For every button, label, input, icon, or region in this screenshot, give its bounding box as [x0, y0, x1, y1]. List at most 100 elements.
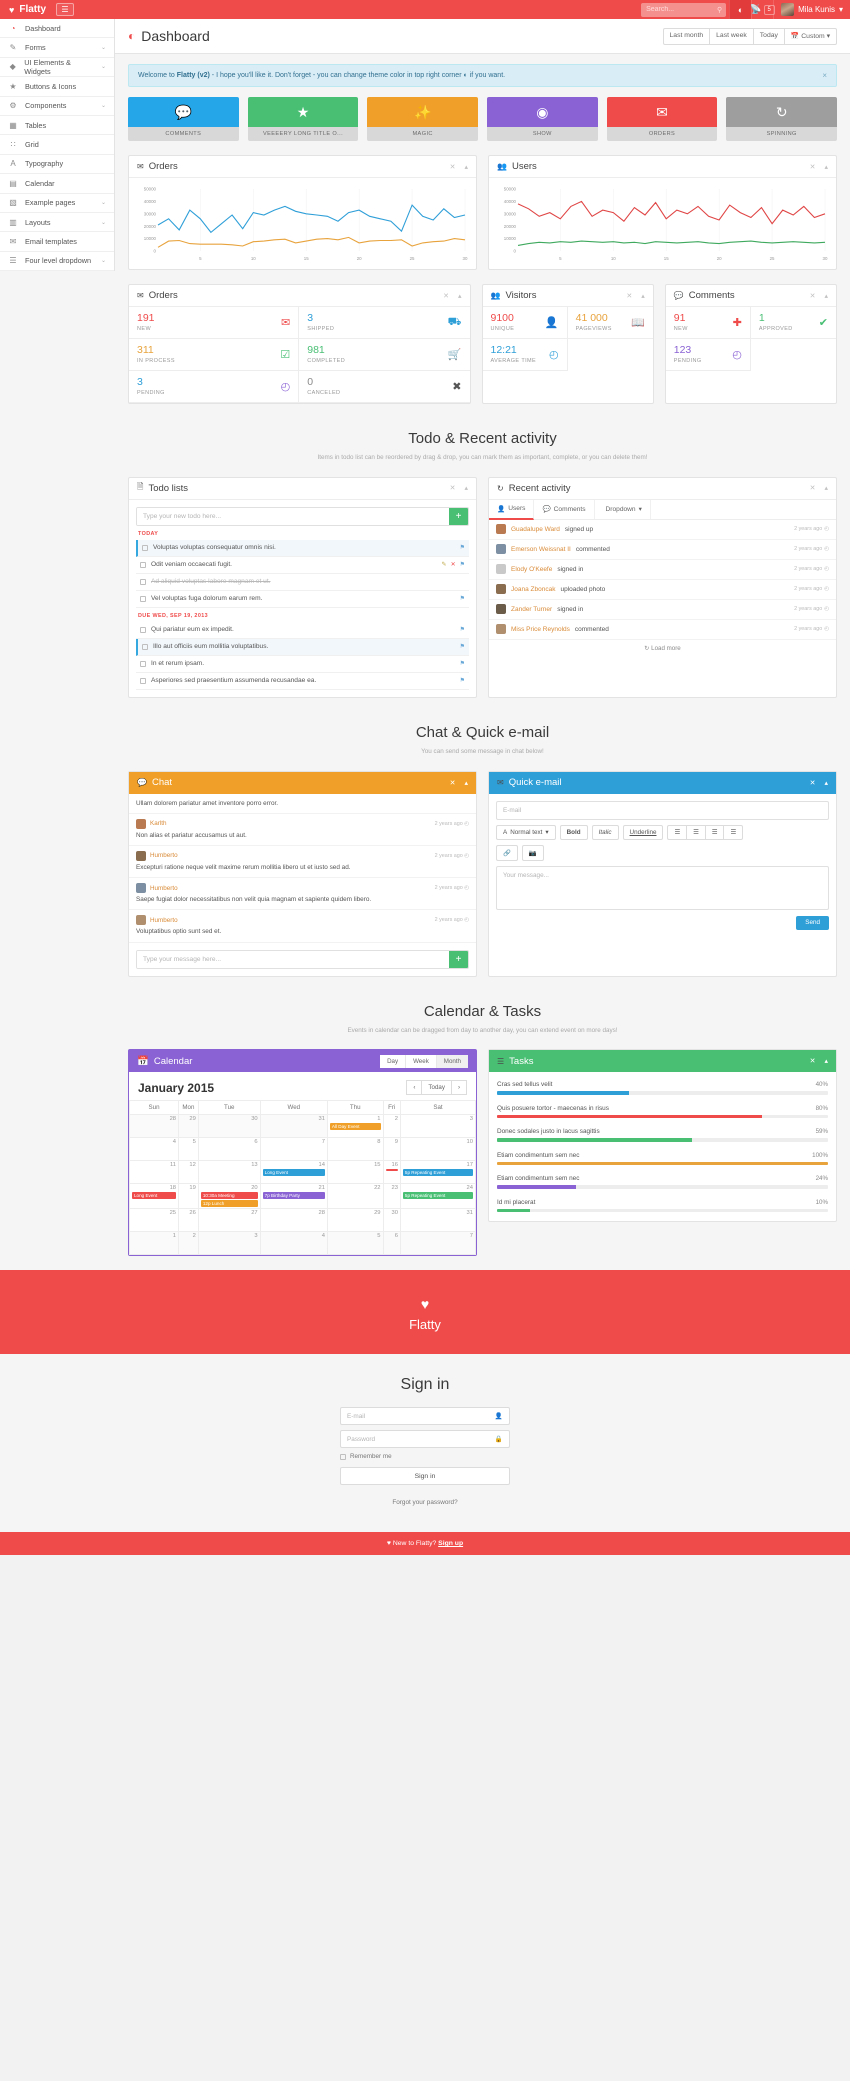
activity-row[interactable]: Elody O'Keefe signed in 2 years ago ◴ — [489, 560, 836, 580]
calendar-event[interactable]: All Day Event — [329, 1123, 381, 1131]
collapse-icon[interactable]: ▴ — [458, 292, 462, 300]
sidebar-item-buttons-icons[interactable]: ★ Buttons & Icons — [0, 77, 114, 97]
chat-send-button[interactable]: + — [449, 950, 468, 968]
link-icon[interactable]: 🔗 — [496, 844, 518, 861]
calendar-day-cell[interactable]: 18 Long Event — [128, 1183, 180, 1210]
signin-button[interactable]: Sign in — [340, 1467, 510, 1486]
collapse-icon[interactable]: ▴ — [824, 779, 828, 787]
calendar-day-cell[interactable]: 28 — [128, 1114, 180, 1139]
calendar-day-cell[interactable]: 6 — [382, 1231, 401, 1256]
close-icon[interactable]: × — [822, 71, 827, 80]
activity-user[interactable]: Joana Zboncak — [511, 586, 555, 593]
close-icon[interactable]: ✕ — [450, 163, 456, 171]
calendar-view-month[interactable]: Month — [436, 1054, 468, 1068]
activity-row[interactable]: Zander Turner signed in 2 years ago ◴ — [489, 600, 836, 620]
calendar-day-cell[interactable]: 14 Long Event — [259, 1160, 328, 1185]
activity-user[interactable]: Guadalupe Ward — [511, 526, 560, 533]
close-icon[interactable]: ✕ — [450, 779, 456, 787]
calendar-day-cell[interactable]: 28 — [259, 1208, 328, 1233]
close-icon[interactable]: ✕ — [810, 484, 816, 492]
calendar-day-cell[interactable]: 23 — [382, 1183, 401, 1210]
calendar-day-cell[interactable]: 3 — [399, 1114, 477, 1139]
calendar-event[interactable]: Long Event — [262, 1169, 325, 1177]
sidebar-item-layouts[interactable]: ▥ Layouts ⌄ — [0, 213, 114, 233]
chat-author[interactable]: Humberto — [150, 885, 178, 892]
todo-checkbox[interactable] — [140, 660, 146, 667]
calendar-prev-button[interactable]: ‹ — [406, 1080, 423, 1096]
calendar-day-cell[interactable]: 21 7p Birthday Party — [259, 1183, 328, 1210]
calendar-day-cell[interactable]: 30 — [382, 1208, 401, 1233]
tab-users[interactable]: 👤 Users — [489, 499, 535, 520]
tile-veeeery-long-title-o-[interactable]: ★ VEEEERY LONG TITLE O... — [247, 97, 359, 141]
todo-checkbox[interactable] — [140, 626, 146, 633]
calendar-day-cell[interactable]: 16 — [382, 1160, 401, 1185]
chat-author[interactable]: Humberto — [150, 852, 178, 859]
calendar-today-button[interactable]: Today — [421, 1080, 452, 1096]
calendar-day-cell[interactable]: 26 — [178, 1208, 199, 1233]
todo-item[interactable]: In et rerum ipsam. ⚑ — [136, 656, 469, 673]
collapse-icon[interactable]: ▴ — [824, 292, 828, 300]
calendar-event[interactable]: 10:30a Meeting — [200, 1192, 258, 1200]
flag-icon[interactable]: ⚑ — [460, 643, 465, 650]
quickmail-email-field[interactable]: E-mail — [496, 800, 829, 820]
calendar-event[interactable]: Long Event — [132, 1192, 177, 1200]
activity-user[interactable]: Zander Turner — [511, 606, 552, 613]
calendar-day-cell[interactable]: 20 10:30a Meeting 12p Lunch — [197, 1183, 261, 1210]
chat-author[interactable]: Karlth — [150, 820, 166, 827]
todo-item[interactable]: Ad aliquid voluptas labore magnam et ut. — [136, 574, 469, 591]
collapse-icon[interactable]: ▴ — [824, 163, 828, 171]
calendar-day-cell[interactable]: 31 — [399, 1208, 477, 1233]
todo-item[interactable]: Illo aut officiis eum mollitia voluptati… — [136, 638, 469, 656]
remember-me-checkbox[interactable] — [340, 1453, 346, 1460]
todo-checkbox[interactable] — [142, 643, 148, 650]
calendar-day-cell[interactable]: 31 — [259, 1114, 328, 1139]
flag-icon[interactable]: ⚑ — [460, 561, 465, 568]
tile-show[interactable]: ◉ SHOW — [487, 97, 598, 141]
flag-icon[interactable]: ⚑ — [460, 626, 465, 633]
email-field[interactable]: E-mail 👤 — [340, 1407, 510, 1426]
calendar-day-cell[interactable]: 4 — [128, 1137, 180, 1162]
sidebar-item-typography[interactable]: A Typography — [0, 155, 114, 175]
range-custom[interactable]: 📅 Custom ▾ — [783, 27, 837, 45]
range-last-week[interactable]: Last week — [709, 27, 754, 45]
align-right-icon[interactable]: ☰ — [704, 824, 725, 840]
close-icon[interactable]: ✕ — [810, 779, 816, 787]
calendar-day-cell[interactable]: 27 — [197, 1208, 261, 1233]
quickmail-message-field[interactable]: Your message... — [496, 865, 829, 910]
forgot-password-link[interactable]: Forgot your password? — [0, 1499, 850, 1506]
range-today[interactable]: Today — [752, 27, 785, 45]
calendar-day-cell[interactable]: 13 — [197, 1160, 261, 1185]
sidebar-item-ui-elements-widgets[interactable]: ◆ UI Elements & Widgets ⌄ — [0, 58, 114, 78]
brand-logo[interactable]: ♥ Flatty — [0, 4, 46, 15]
tile-spinning[interactable]: ↻ SPINNING — [726, 97, 838, 141]
calendar-day-cell[interactable]: 5 — [326, 1231, 384, 1256]
calendar-view-day[interactable]: Day — [380, 1054, 407, 1068]
close-icon[interactable]: ✕ — [443, 292, 449, 300]
sidebar-item-components[interactable]: ⚙ Components ⌄ — [0, 97, 114, 116]
align-justify-icon[interactable]: ☰ — [723, 824, 744, 840]
todo-checkbox[interactable] — [140, 595, 146, 602]
collapse-icon[interactable]: ▴ — [464, 163, 468, 171]
theme-switcher-button[interactable]: ◐ — [729, 0, 752, 19]
flag-icon[interactable]: ⚑ — [460, 677, 465, 684]
close-icon[interactable]: ✕ — [626, 292, 632, 300]
align-left-icon[interactable]: ☰ — [667, 824, 688, 840]
calendar-day-cell[interactable]: 4 — [259, 1231, 328, 1256]
close-icon[interactable]: ✕ — [450, 484, 456, 492]
todo-input[interactable] — [137, 507, 449, 525]
range-last-month[interactable]: Last month — [662, 27, 711, 45]
calendar-day-cell[interactable]: 25 — [128, 1208, 180, 1233]
calendar-event[interactable] — [385, 1169, 398, 1172]
notifications-button[interactable]: 📡 5 — [750, 0, 775, 19]
activity-row[interactable]: Miss Price Reynolds commented 2 years ag… — [489, 620, 836, 640]
calendar-next-button[interactable]: › — [450, 1080, 467, 1096]
flag-icon[interactable]: ⚑ — [460, 544, 465, 551]
close-icon[interactable]: ✕ — [810, 1057, 816, 1065]
todo-item[interactable]: Voluptas voluptas consequatur omnis nisi… — [136, 539, 469, 557]
password-field[interactable]: Password 🔒 — [340, 1430, 510, 1449]
sidebar-item-grid[interactable]: ∷ Grid — [0, 135, 114, 155]
remember-me-row[interactable]: Remember me — [340, 1453, 510, 1460]
calendar-view-week[interactable]: Week — [406, 1054, 437, 1068]
delete-icon[interactable]: ✕ — [451, 561, 456, 568]
activity-user[interactable]: Elody O'Keefe — [511, 566, 552, 573]
